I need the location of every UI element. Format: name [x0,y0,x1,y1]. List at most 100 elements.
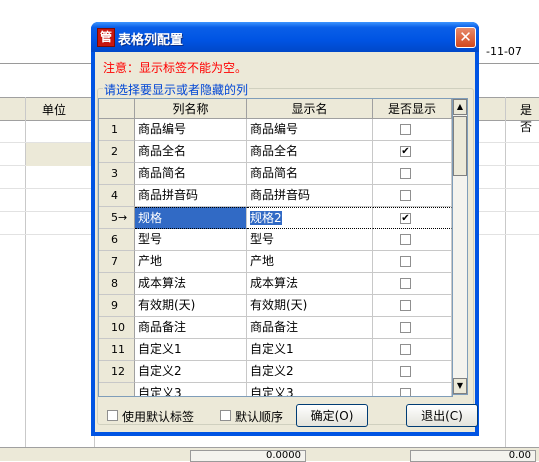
display-name-text: 商品编号 [250,122,299,136]
visible-cell[interactable] [373,295,452,317]
table-row[interactable]: 11 自定义1 自定义1 [99,339,452,361]
cancel-button[interactable]: 退出(C) [406,404,478,427]
visible-cell[interactable] [373,339,452,361]
checkbox-icon[interactable] [400,344,411,355]
close-icon[interactable]: ✕ [455,27,476,48]
display-name-cell[interactable]: 自定义3 [247,383,373,396]
visible-cell[interactable] [373,317,452,339]
display-name-cell[interactable]: 成本算法 [247,273,373,295]
display-name-cell[interactable]: 产地 [247,251,373,273]
row-number [99,383,135,396]
checkbox-icon[interactable] [400,190,411,201]
display-name-text: 商品全名 [250,144,299,158]
row-number: 9 [99,295,135,317]
default-order-label: 默认顺序 [235,410,284,424]
display-name-text: 型号 [250,232,275,246]
visible-cell[interactable] [373,383,452,396]
scroll-up-icon[interactable]: ▲ [453,99,467,115]
column-grid[interactable]: 列名称 显示名 是否显示 1 商品编号 商品编号 2 商品全名 商品全名 ✔ 3 商品简名 商品简… [98,98,453,397]
display-name-cell[interactable]: 型号 [247,229,373,251]
scroll-thumb[interactable] [453,116,467,176]
app-icon: 管 [97,28,115,47]
table-row[interactable]: 1 商品编号 商品编号 [99,119,452,141]
display-name-cell[interactable]: 商品简名 [247,163,373,185]
table-row[interactable]: 7 产地 产地 [99,251,452,273]
column-name-cell[interactable]: 规格 [135,207,247,229]
checkbox-icon[interactable] [400,322,411,333]
checked-checkbox-icon[interactable]: ✔ [400,213,411,224]
column-name-cell[interactable]: 商品备注 [135,317,247,339]
display-name-cell[interactable]: 商品拼音码 [247,185,373,207]
display-name-cell[interactable]: 商品编号 [247,119,373,141]
table-row[interactable]: 9 有效期(天) 有效期(天) [99,295,452,317]
row-number: 4 [99,185,135,207]
checked-checkbox-icon[interactable]: ✔ [400,146,411,157]
dialog-titlebar[interactable]: 管 表格列配置 ✕ [91,22,479,52]
row-number: 2 [99,141,135,163]
visible-cell[interactable] [373,361,452,383]
table-row[interactable]: 12 自定义2 自定义2 [99,361,452,383]
column-name-cell[interactable]: 自定义1 [135,339,247,361]
visible-cell[interactable] [373,251,452,273]
display-name-text: 成本算法 [250,276,299,290]
table-row[interactable]: 10 商品备注 商品备注 [99,317,452,339]
ok-button[interactable]: 确定(O) [296,404,368,427]
visible-cell[interactable]: ✔ [373,207,452,229]
visible-cell[interactable] [373,229,452,251]
table-row[interactable]: 8 成本算法 成本算法 [99,273,452,295]
table-row[interactable]: 5→ 规格 规格2 ✔ [99,207,452,229]
table-row[interactable]: 2 商品全名 商品全名 ✔ [99,141,452,163]
column-name-cell[interactable]: 商品拼音码 [135,185,247,207]
display-name-text: 自定义2 [250,364,294,378]
table-row[interactable]: 自定义3 自定义3 [99,383,452,396]
row-number: 3 [99,163,135,185]
column-name-cell[interactable]: 商品简名 [135,163,247,185]
display-name-text: 商品备注 [250,320,299,334]
checkbox-icon[interactable] [400,168,411,179]
display-name-text: 规格2 [250,211,282,225]
column-name-cell[interactable]: 成本算法 [135,273,247,295]
column-name-cell[interactable]: 有效期(天) [135,295,247,317]
display-name-cell[interactable]: 自定义2 [247,361,373,383]
checkbox-icon[interactable] [400,124,411,135]
checkbox-icon[interactable] [400,234,411,245]
display-name-cell[interactable]: 有效期(天) [247,295,373,317]
display-name-text: 自定义1 [250,342,294,356]
checkbox-icon[interactable] [107,410,118,421]
scroll-down-icon[interactable]: ▼ [453,378,467,394]
display-name-cell[interactable]: 商品备注 [247,317,373,339]
checkbox-icon[interactable] [400,256,411,267]
row-number: 12 [99,361,135,383]
column-name-cell[interactable]: 型号 [135,229,247,251]
visible-cell[interactable] [373,119,452,141]
table-row[interactable]: 4 商品拼音码 商品拼音码 [99,185,452,207]
checkbox-icon[interactable] [400,278,411,289]
display-name-cell[interactable]: 商品全名 [247,141,373,163]
use-default-labels-label: 使用默认标签 [122,410,195,424]
checkbox-icon[interactable] [400,366,411,377]
vertical-scrollbar[interactable]: ▲ ▼ [452,98,468,395]
visible-cell[interactable] [373,185,452,207]
footer-total-1: 0.0000 [190,450,306,462]
bg-col-line [505,97,506,447]
header-visible: 是否 [520,103,533,134]
display-name-cell[interactable]: 自定义1 [247,339,373,361]
visible-cell[interactable] [373,273,452,295]
display-name-text: 有效期(天) [250,298,308,312]
table-row[interactable]: 6 型号 型号 [99,229,452,251]
column-name-cell[interactable]: 产地 [135,251,247,273]
column-name-cell[interactable]: 商品全名 [135,141,247,163]
table-row[interactable]: 3 商品简名 商品简名 [99,163,452,185]
display-name-text: 商品拼音码 [250,188,311,202]
visible-cell[interactable] [373,163,452,185]
column-name-cell[interactable]: 自定义2 [135,361,247,383]
footer-total-2: 0.00 [410,450,536,462]
grid-corner [99,99,135,119]
checkbox-icon[interactable] [400,388,411,396]
checkbox-icon[interactable] [400,300,411,311]
column-name-cell[interactable]: 商品编号 [135,119,247,141]
visible-cell[interactable]: ✔ [373,141,452,163]
display-name-cell[interactable]: 规格2 [247,207,373,229]
column-name-cell[interactable]: 自定义3 [135,383,247,396]
checkbox-icon[interactable] [220,410,231,421]
